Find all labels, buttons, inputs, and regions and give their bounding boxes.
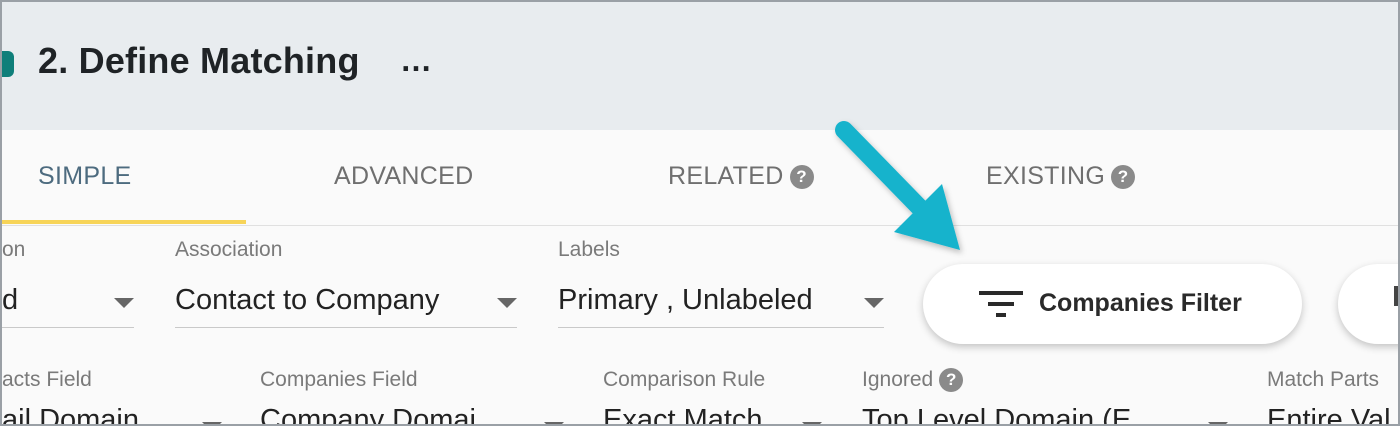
companies-filter-label: Companies Filter <box>1039 289 1242 317</box>
object-value: d <box>2 284 19 316</box>
page-header: 2. Define Matching … <box>2 2 1398 130</box>
chevron-down-icon <box>1208 422 1228 424</box>
chevron-down-icon <box>497 298 517 308</box>
match-parts-label: Match Parts <box>1267 368 1380 391</box>
page-title: 2. Define Matching <box>38 40 360 81</box>
app-window: 2. Define Matching … SIMPLE ADVANCED REL… <box>0 0 1400 426</box>
chevron-down-icon <box>544 422 564 424</box>
comparison-rule-select[interactable]: Exact Match <box>603 404 763 424</box>
button-icon <box>1394 286 1398 306</box>
labels-value: Primary , Unlabeled <box>558 284 813 316</box>
secondary-filter-button[interactable] <box>1338 264 1398 344</box>
object-label: on <box>2 238 26 261</box>
ignored-label-group: Ignored ? <box>862 368 964 392</box>
annotation-arrow-icon <box>835 121 960 250</box>
chevron-down-icon <box>114 298 134 308</box>
tab-bar: SIMPLE ADVANCED RELATED ? EXISTING ? <box>2 130 1398 226</box>
companies-field-select[interactable]: Company Domai <box>260 404 476 424</box>
ignored-label: Ignored <box>862 368 934 391</box>
match-parts-select[interactable]: Entire Val <box>1267 404 1391 424</box>
more-options-button[interactable]: … <box>400 42 433 79</box>
help-icon[interactable]: ? <box>789 164 814 189</box>
help-icon[interactable]: ? <box>1111 164 1136 189</box>
step-marker <box>2 51 14 77</box>
contacts-field-label: acts Field <box>2 368 92 391</box>
tab-simple[interactable]: SIMPLE <box>38 162 132 191</box>
labels-select[interactable]: Primary , Unlabeled <box>558 278 884 328</box>
association-label: Association <box>175 238 283 261</box>
labels-label: Labels <box>558 238 620 261</box>
association-value: Contact to Company <box>175 284 440 316</box>
companies-filter-button[interactable]: Companies Filter <box>923 264 1302 344</box>
help-icon[interactable]: ? <box>939 368 964 392</box>
contacts-field-select[interactable]: ail Domain <box>2 404 139 424</box>
active-tab-indicator <box>2 220 246 224</box>
tab-advanced[interactable]: ADVANCED <box>334 162 473 191</box>
ignored-select[interactable]: Top Level Domain (E <box>862 404 1131 424</box>
tab-label: ADVANCED <box>334 162 474 190</box>
object-select[interactable]: d <box>2 278 134 328</box>
tab-related[interactable]: RELATED ? <box>668 162 814 191</box>
tab-label: EXISTING <box>986 162 1106 190</box>
tab-label: SIMPLE <box>38 162 132 190</box>
chevron-down-icon <box>802 422 822 424</box>
chevron-down-icon <box>864 298 884 308</box>
companies-field-label: Companies Field <box>260 368 418 391</box>
chevron-down-icon <box>202 422 222 424</box>
association-select[interactable]: Contact to Company <box>175 278 517 328</box>
tab-label: RELATED <box>668 162 784 190</box>
filter-icon <box>979 291 1023 317</box>
comparison-rule-label: Comparison Rule <box>603 368 766 391</box>
tab-existing[interactable]: EXISTING ? <box>986 162 1136 191</box>
